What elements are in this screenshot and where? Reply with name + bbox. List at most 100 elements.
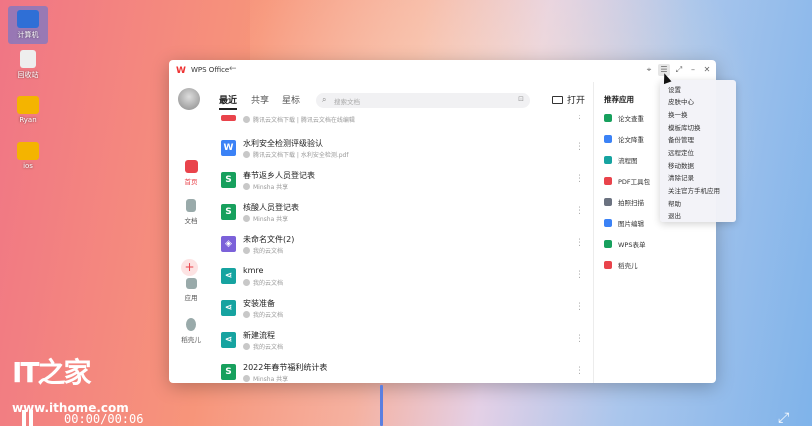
sheet-file-icon: S [221, 204, 236, 220]
pause-icon[interactable] [22, 410, 34, 426]
trash-icon [20, 50, 36, 68]
flowchart-icon [604, 156, 612, 164]
app-title: WPS Office [191, 66, 230, 74]
image-edit-icon [604, 219, 612, 227]
file-meta: 我的云文档 [243, 278, 283, 287]
file-meta: 腾讯云文档下载 | 腾讯云文档在线编辑 [243, 115, 355, 124]
form-icon [604, 240, 612, 248]
menu-item-template-switch[interactable]: 模板库切换 [668, 122, 701, 132]
form-file-icon: ◈ [221, 236, 236, 252]
menu-item-skin-center[interactable]: 皮肤中心 [668, 96, 694, 106]
more-options-icon[interactable]: ⋮ [575, 366, 584, 376]
list-item[interactable]: S 核酸人员登记表 Minsha 共享 ⋮ [212, 199, 592, 231]
list-item[interactable]: S 春节返乡人员登记表 Minsha 共享 ⋮ [212, 167, 592, 199]
avatar[interactable] [178, 88, 200, 110]
menu-item-clear-records[interactable]: 清除记录 [668, 172, 694, 182]
search-input[interactable]: ⌕ 搜索文档 ⊡ [316, 93, 530, 108]
menu-item-settings[interactable]: 设置 [668, 84, 681, 94]
apps-icon [185, 278, 197, 289]
nav-item-docer[interactable]: 稻壳儿 [173, 318, 209, 344]
minimize-button[interactable]: – [687, 64, 699, 76]
more-options-icon[interactable]: ⋮ [575, 334, 584, 344]
folder-icon [17, 142, 39, 160]
nav-item-documents[interactable]: 文档 [173, 199, 209, 225]
wps-window: W WPS Office ← ⌖ ☰ ⤢ – ✕ 首页 文档 + 应用 稻壳儿 … [169, 60, 716, 383]
back-button[interactable]: ← [229, 64, 237, 74]
more-options-icon[interactable]: ⋮ [575, 115, 584, 121]
file-name: 核酸人员登记表 [243, 203, 299, 212]
list-item[interactable]: ⋖ kmre 我的云文档 ⋮ [212, 263, 592, 295]
list-item[interactable]: ⋖ 安装准备 我的云文档 ⋮ [212, 295, 592, 327]
menu-item-shuffle[interactable]: 换一换 [668, 109, 688, 119]
file-meta: Minsha 共享 [243, 214, 288, 223]
list-item[interactable]: ⋖ 新建流程 我的云文档 ⋮ [212, 327, 592, 359]
docer-icon [186, 318, 196, 331]
more-options-icon[interactable]: ⋮ [575, 238, 584, 248]
list-item[interactable]: W 水利安全检测评级验认 腾讯云文档下载 | 水利安全检测.pdf ⋮ [212, 135, 592, 167]
more-options-icon[interactable]: ⋮ [575, 174, 584, 184]
file-meta: 腾讯云文档下载 | 水利安全检测.pdf [243, 150, 348, 159]
tab-shared[interactable]: 共享 [251, 93, 269, 106]
file-name: 春节返乡人员登记表 [243, 171, 315, 180]
menu-item-follow-mobile-app[interactable]: 关注官方手机应用 [668, 185, 720, 195]
menu-item-move-data[interactable]: 移动数据 [668, 160, 694, 170]
open-button-label: 打开 [567, 96, 586, 106]
more-options-icon[interactable]: ⋮ [575, 142, 584, 152]
desktop-icon-home-folder[interactable]: Ryan [8, 96, 48, 124]
file-name: 水利安全检测评级验认 [243, 139, 323, 148]
rec-item-pdf-tools[interactable]: PDF工具包 [604, 176, 650, 186]
more-options-icon[interactable]: ⋮ [575, 302, 584, 312]
rec-item-thesis-check[interactable]: 论文查重 [604, 113, 644, 123]
tab-recent[interactable]: 最近 [219, 93, 238, 110]
more-options-icon[interactable]: ⋮ [575, 270, 584, 280]
docer-icon [604, 261, 612, 269]
file-meta: 我的云文档 [243, 310, 283, 319]
open-button[interactable]: 打开 [552, 93, 585, 106]
nav-item-apps[interactable]: 应用 [173, 278, 209, 302]
sheet-file-icon: S [221, 364, 236, 380]
computer-icon [17, 10, 39, 28]
rec-item-wps-form[interactable]: WPS表单 [604, 239, 645, 249]
left-nav: 首页 文档 + 应用 稻壳儿 [169, 82, 212, 383]
pdf-file-icon [221, 115, 236, 121]
document-icon [186, 199, 196, 212]
rec-item-thesis-rewrite[interactable]: 论文降重 [604, 134, 644, 144]
menu-item-remote-locate[interactable]: 远程定位 [668, 147, 694, 157]
menu-item-help[interactable]: 帮助 [668, 198, 681, 208]
flowchart-file-icon: ⋖ [221, 268, 236, 284]
list-item[interactable]: 腾讯云文档下载 | 腾讯云文档在线编辑 ⋮ [212, 115, 592, 137]
ithome-watermark: IT之家 www.ithome.com [12, 351, 129, 415]
list-item[interactable]: ◈ 未命名文件(2) 我的云文档 ⋮ [212, 231, 592, 263]
file-meta: 我的云文档 [243, 342, 283, 351]
fullscreen-icon[interactable]: ⤢ [778, 410, 789, 426]
thesis-rewrite-icon [604, 135, 612, 143]
tab-starred[interactable]: 星标 [282, 93, 300, 106]
file-name: 新建流程 [243, 331, 275, 340]
rec-item-photo-scan[interactable]: 拍照扫描 [604, 197, 644, 207]
video-time: 00:00/00:06 [64, 412, 144, 426]
file-name: 安装准备 [243, 299, 275, 308]
recommended-apps-title: 推荐应用 [604, 95, 634, 104]
desktop-icon-label: 计算机 [17, 31, 39, 39]
nav-item-label: 应用 [184, 294, 198, 302]
scan-icon[interactable]: ⊡ [518, 95, 524, 103]
new-document-button[interactable]: + [181, 259, 198, 276]
recent-file-list: 腾讯云文档下载 | 腾讯云文档在线编辑 ⋮ W 水利安全检测评级验认 腾讯云文档… [212, 115, 592, 383]
menu-item-exit[interactable]: 退出 [668, 210, 681, 220]
pin-icon[interactable]: ⌖ [643, 64, 655, 76]
rec-item-flowchart[interactable]: 流程图 [604, 155, 638, 165]
desktop-icon-trash[interactable]: 回收站 [8, 50, 48, 80]
file-name: 未命名文件(2) [243, 235, 295, 244]
rec-item-image-edit[interactable]: 图片编辑 [604, 218, 644, 228]
maximize-button[interactable]: ⤢ [673, 64, 685, 76]
file-meta: Minsha 共享 [243, 374, 288, 383]
rec-item-docer[interactable]: 稻壳儿 [604, 260, 638, 270]
list-item[interactable]: S 2022年春节福利统计表 Minsha 共享 ⋮ [212, 359, 592, 383]
menu-item-backup[interactable]: 备份管理 [668, 134, 694, 144]
nav-item-home[interactable]: 首页 [173, 160, 209, 186]
desktop-icon-computer[interactable]: 计算机 [8, 6, 48, 44]
close-button[interactable]: ✕ [701, 64, 713, 76]
more-options-icon[interactable]: ⋮ [575, 206, 584, 216]
titlebar: W WPS Office ← ⌖ ☰ ⤢ – ✕ [169, 60, 716, 82]
desktop-icon-folder[interactable]: ios [8, 142, 48, 170]
